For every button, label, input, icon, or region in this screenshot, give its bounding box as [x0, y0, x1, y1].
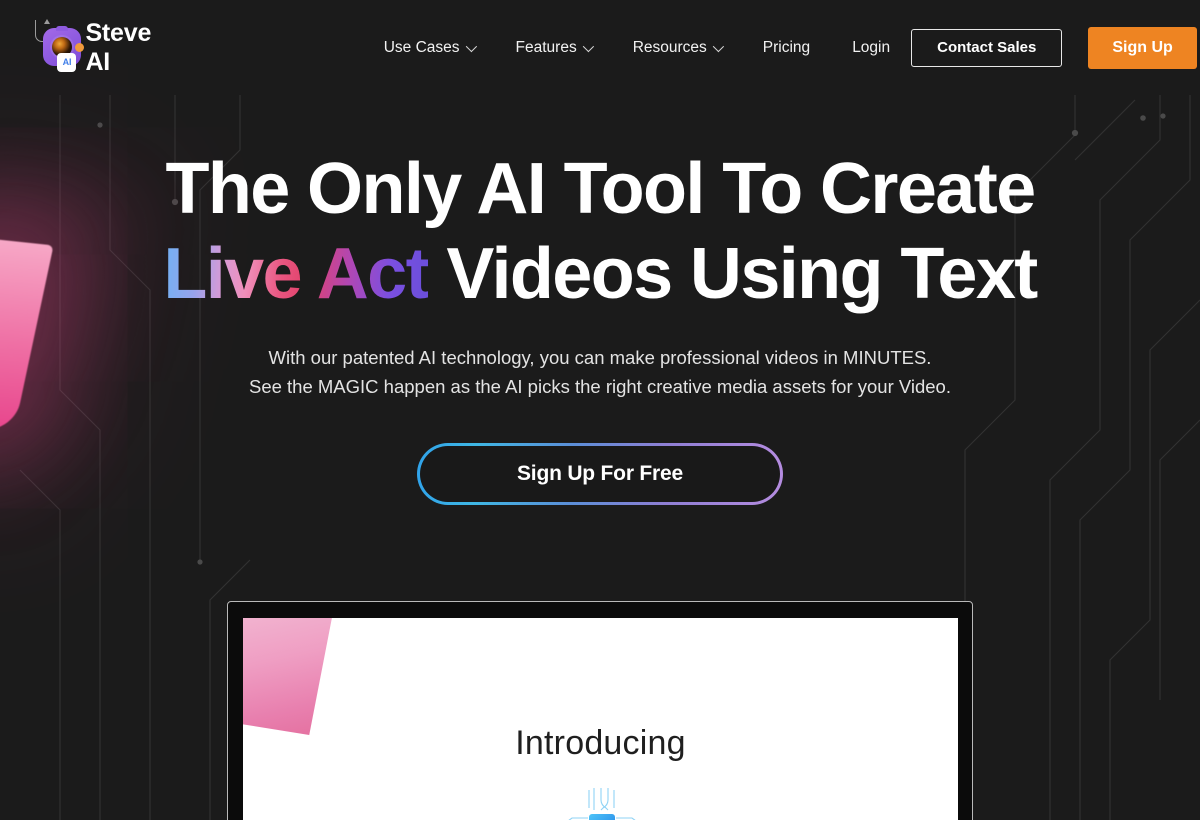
contact-sales-button[interactable]: Contact Sales [911, 28, 1063, 67]
header-actions: Contact Sales Sign Up [911, 26, 1197, 69]
presentation-slide: Introducing [243, 618, 958, 820]
logo-accent-dot [75, 42, 84, 52]
video-preview-panel[interactable]: Introducing [227, 601, 973, 820]
nav-item-resources[interactable]: Resources [612, 39, 742, 57]
site-header: AI Steve AI Use Cases Features Resources… [0, 0, 1200, 95]
main-navigation: Use Cases Features Resources Pricing Log… [363, 39, 911, 57]
sign-up-button[interactable]: Sign Up [1088, 26, 1197, 69]
nav-label: Features [515, 38, 577, 56]
sign-up-for-free-button[interactable]: Sign Up For Free [417, 442, 783, 505]
brand-name: Steve AI [85, 18, 152, 76]
ai-badge-icon: AI [57, 52, 77, 72]
ai-chip-circuit-icon [567, 788, 636, 820]
headline-gradient-text: Live Act [163, 234, 429, 315]
hero-section: The Only AI Tool To Create Live Act Vide… [0, 153, 1200, 505]
subtitle-line-1: With our patented AI technology, you can… [268, 346, 932, 368]
cta-container: Sign Up For Free [0, 442, 1200, 505]
nav-item-login[interactable]: Login [831, 39, 911, 57]
nav-item-pricing[interactable]: Pricing [742, 39, 831, 57]
landing-page: AI Steve AI Use Cases Features Resources… [0, 0, 1200, 820]
nav-label: Resources [632, 38, 707, 56]
nav-label: Pricing [762, 38, 811, 56]
brand-logo[interactable]: AI Steve AI [35, 18, 161, 77]
hero-subtitle: With our patented AI technology, you can… [0, 343, 1200, 401]
chevron-down-icon [465, 40, 477, 52]
chevron-down-icon [712, 40, 724, 52]
steve-ai-logo-icon: AI [35, 18, 84, 72]
headline-line-2-rest: Videos Using Text [427, 234, 1038, 315]
page-title: The Only AI Tool To Create Live Act Vide… [0, 153, 1200, 311]
headline-line-2: Live Act Videos Using Text [0, 238, 1200, 310]
pink-corner-shape [243, 618, 335, 735]
nav-label: Use Cases [383, 38, 460, 56]
nav-item-features[interactable]: Features [495, 39, 612, 57]
nav-label: Login [852, 38, 891, 56]
chevron-down-icon [582, 40, 594, 52]
cta-label: Sign Up For Free [419, 445, 781, 503]
nav-item-use-cases[interactable]: Use Cases [363, 39, 495, 57]
subtitle-line-2: See the MAGIC happen as the AI picks the… [248, 375, 951, 397]
headline-line-1: The Only AI Tool To Create [165, 149, 1036, 229]
slide-title: Introducing [515, 724, 686, 762]
